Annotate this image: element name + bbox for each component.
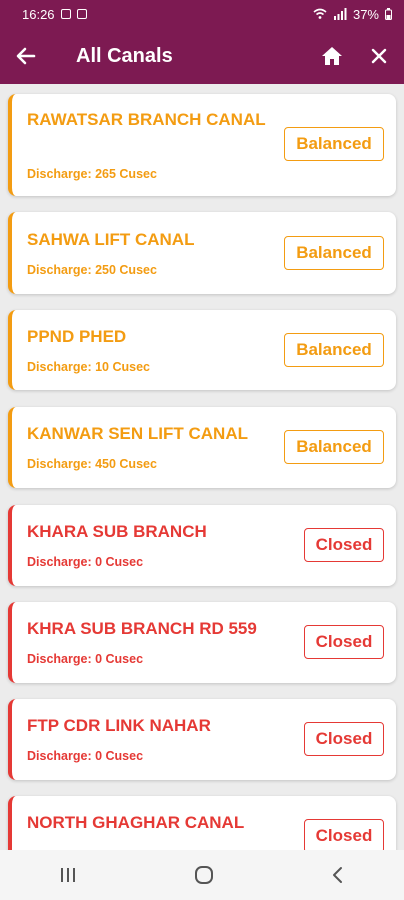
status-bar: 16:26 37%: [0, 0, 404, 28]
canal-name: RAWATSAR BRANCH CANAL: [27, 110, 266, 129]
back-nav-icon[interactable]: [331, 866, 345, 884]
canal-name: KHRA SUB BRANCH RD 559: [27, 619, 257, 638]
status-time: 16:26: [22, 6, 55, 22]
wifi-icon: [313, 8, 327, 19]
app-bar: All Canals: [0, 28, 404, 84]
home-nav-icon[interactable]: [194, 865, 214, 885]
canal-name: KANWAR SEN LIFT CANAL: [27, 424, 248, 443]
home-icon: [322, 47, 342, 65]
close-icon: [371, 48, 387, 64]
status-badge[interactable]: Closed: [304, 625, 384, 659]
canal-card[interactable]: KHARA SUB BRANCH Discharge: 0 Cusec Clos…: [8, 505, 396, 586]
canal-name: PPND PHED: [27, 327, 127, 346]
canal-discharge: Discharge: 0 Cusec: [27, 749, 144, 763]
system-nav-bar: [0, 850, 404, 900]
canal-name: FTP CDR LINK NAHAR: [27, 716, 211, 735]
recent-apps-icon[interactable]: [59, 867, 77, 883]
page-title: All Canals: [76, 44, 173, 67]
status-badge[interactable]: Closed: [304, 722, 384, 756]
gallery-icon: [60, 9, 71, 19]
canal-name: KHARA SUB BRANCH: [27, 522, 207, 541]
canal-name: NORTH GHAGHAR CANAL: [27, 813, 245, 832]
status-badge[interactable]: Closed: [304, 528, 384, 562]
battery-icon: [385, 8, 392, 20]
canal-discharge: Discharge: 0 Cusec: [27, 555, 144, 569]
canal-discharge: Discharge: 10 Cusec: [27, 360, 150, 374]
canal-discharge: Discharge: 450 Cusec: [27, 457, 157, 471]
notification-icon: [76, 9, 87, 19]
canal-card[interactable]: KHRA SUB BRANCH RD 559 Discharge: 0 Cuse…: [8, 602, 396, 683]
canal-card[interactable]: PPND PHED Discharge: 10 Cusec Balanced: [8, 310, 396, 390]
canal-list: RAWATSAR BRANCH CANAL Discharge: 265 Cus…: [0, 84, 404, 850]
canal-card[interactable]: SAHWA LIFT CANAL Discharge: 250 Cusec Ba…: [8, 212, 396, 294]
status-badge[interactable]: Closed: [304, 819, 384, 850]
canal-card[interactable]: KANWAR SEN LIFT CANAL Discharge: 450 Cus…: [8, 407, 396, 488]
canal-card[interactable]: NORTH GHAGHAR CANAL Closed: [8, 796, 396, 850]
canal-discharge: Discharge: 250 Cusec: [27, 263, 157, 277]
battery-percent: 37%: [352, 6, 379, 22]
status-badge[interactable]: Balanced: [284, 236, 384, 270]
canal-name: SAHWA LIFT CANAL: [27, 230, 195, 249]
canal-discharge: Discharge: 0 Cusec: [27, 652, 144, 666]
back-arrow-icon: [16, 47, 36, 65]
home-button[interactable]: [310, 46, 354, 66]
status-badge[interactable]: Balanced: [284, 127, 384, 161]
canal-card[interactable]: RAWATSAR BRANCH CANAL Discharge: 265 Cus…: [8, 94, 396, 196]
canal-discharge: Discharge: 265 Cusec: [27, 167, 157, 181]
canal-card[interactable]: FTP CDR LINK NAHAR Discharge: 0 Cusec Cl…: [8, 699, 396, 780]
signal-icon: [333, 8, 347, 20]
status-badge[interactable]: Balanced: [284, 333, 384, 367]
close-button[interactable]: [354, 48, 404, 64]
back-button[interactable]: [0, 46, 52, 66]
status-badge[interactable]: Balanced: [284, 430, 384, 464]
